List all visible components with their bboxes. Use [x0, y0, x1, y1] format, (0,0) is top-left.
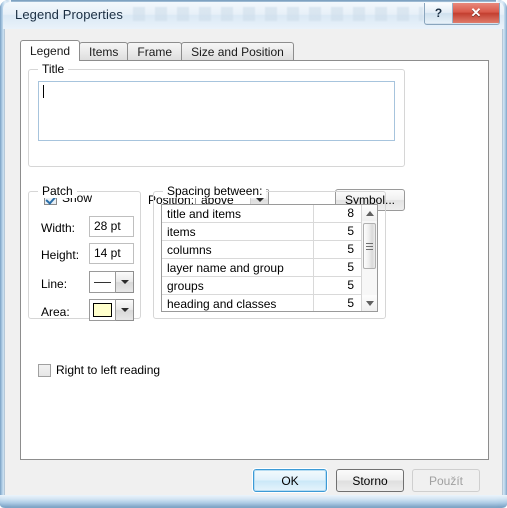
chevron-down-icon[interactable] — [116, 271, 134, 293]
spacing-value[interactable]: 5 — [313, 241, 361, 258]
close-icon: ✕ — [470, 5, 482, 20]
tab-items[interactable]: Items — [79, 42, 129, 61]
table-row[interactable]: title and items 8 — [162, 205, 361, 223]
cancel-button[interactable]: Storno — [336, 469, 404, 492]
table-row[interactable]: layer name and group 5 — [162, 259, 361, 277]
table-row[interactable]: items 5 — [162, 223, 361, 241]
chevron-down-icon[interactable] — [116, 299, 134, 321]
right-to-left-reading-label: Right to left reading — [56, 363, 161, 377]
spacing-value[interactable]: 5 — [313, 295, 361, 311]
patch-width-label: Width: — [41, 221, 76, 235]
window-title: Legend Properties — [15, 7, 123, 22]
right-to-left-reading-checkbox[interactable]: Right to left reading — [38, 363, 160, 377]
checkbox-icon — [38, 363, 51, 377]
scroll-down-icon[interactable] — [362, 295, 377, 311]
table-row[interactable]: columns 5 — [162, 241, 361, 259]
tab-frame[interactable]: Frame — [127, 42, 183, 61]
patch-height-label: Height: — [41, 248, 80, 262]
text-caret — [43, 85, 44, 98]
dialog-body: Legend Items Frame Size and Position Tit… — [4, 29, 503, 495]
spacing-name: layer name and group — [167, 260, 284, 275]
color-swatch-icon — [93, 303, 112, 317]
patch-line-style-dropdown[interactable] — [89, 271, 134, 293]
table-row[interactable]: heading and classes 5 — [162, 295, 361, 311]
tab-size-and-position[interactable]: Size and Position — [181, 42, 294, 61]
spacing-list-rows: title and items 8 items 5 columns 5 laye… — [162, 205, 361, 311]
spacing-name: heading and classes — [167, 296, 277, 311]
spacing-name: columns — [167, 242, 212, 257]
title-text-input[interactable] — [38, 81, 395, 141]
spacing-list-scrollbar[interactable] — [361, 205, 377, 311]
spacing-value[interactable]: 5 — [313, 259, 361, 276]
spacing-value[interactable]: 8 — [313, 205, 361, 222]
title-group-label: Title — [38, 62, 69, 76]
window-bottom-edge — [0, 495, 507, 508]
patch-group-label: Patch — [38, 184, 77, 198]
apply-button: Použít — [412, 469, 480, 492]
spacing-value[interactable]: 5 — [313, 223, 361, 240]
spacing-name: title and items — [167, 206, 242, 221]
area-color-preview — [89, 299, 116, 321]
title-bar[interactable]: Legend Properties ? ✕ — [3, 2, 504, 29]
scrollbar-track[interactable] — [362, 221, 377, 295]
scroll-up-icon[interactable] — [362, 205, 377, 221]
spacing-list[interactable]: title and items 8 items 5 columns 5 laye… — [161, 204, 378, 312]
tab-strip: Legend Items Frame Size and Position — [20, 40, 489, 61]
spacing-name: items — [167, 224, 196, 239]
help-icon[interactable]: ? — [425, 3, 453, 23]
tab-legend[interactable]: Legend — [20, 40, 81, 61]
spacing-value[interactable]: 5 — [313, 277, 361, 294]
line-style-preview — [89, 271, 116, 293]
spacing-name: groups — [167, 278, 204, 293]
patch-width-input[interactable]: 28 pt — [89, 216, 134, 237]
line-sample-icon — [94, 281, 111, 283]
window-controls: ? ✕ — [424, 3, 500, 25]
grip-icon — [366, 242, 373, 250]
table-row[interactable]: groups 5 — [162, 277, 361, 295]
close-button[interactable]: ✕ — [453, 3, 499, 23]
patch-area-color-dropdown[interactable] — [89, 299, 134, 321]
patch-line-label: Line: — [41, 277, 68, 291]
dialog-window: Legend Properties ? ✕ Legend Items Frame… — [0, 0, 507, 508]
spacing-group-label: Spacing between: — [163, 184, 267, 198]
patch-area-label: Area: — [41, 305, 70, 319]
ok-button[interactable]: OK — [252, 468, 328, 493]
title-bar-glass-streaks — [123, 7, 423, 21]
scrollbar-thumb[interactable] — [363, 223, 376, 269]
patch-height-input[interactable]: 14 pt — [89, 243, 134, 264]
